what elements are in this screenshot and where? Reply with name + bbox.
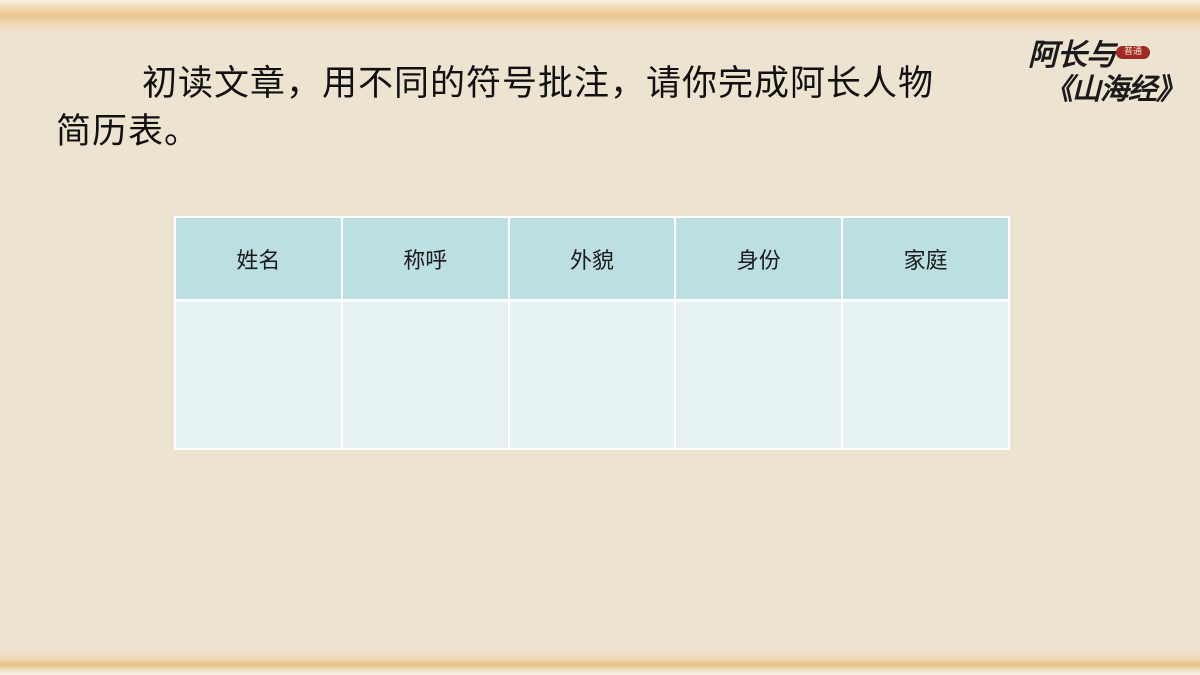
lesson-title-logo: 阿长与 普通 《山海经》 xyxy=(1024,30,1185,106)
cell-name[interactable] xyxy=(174,299,343,450)
header-appearance: 外貌 xyxy=(507,216,677,302)
header-title: 称呼 xyxy=(340,216,510,302)
header-family: 家庭 xyxy=(841,216,1010,302)
character-resume-table: 姓名 称呼 外貌 身份 家庭 xyxy=(174,216,1010,450)
top-decorative-band xyxy=(0,0,1200,32)
cell-identity[interactable] xyxy=(674,299,844,450)
cell-appearance[interactable] xyxy=(507,299,677,450)
table-row xyxy=(174,299,1010,450)
logo-title-line2: 《山海经》 xyxy=(1044,72,1185,106)
header-name: 姓名 xyxy=(174,216,343,302)
cell-family[interactable] xyxy=(841,299,1010,450)
header-identity: 身份 xyxy=(674,216,844,302)
cell-title[interactable] xyxy=(340,299,510,450)
instruction-text: 初读文章，用不同的符号批注，请你完成阿长人物简历表。 xyxy=(56,64,935,152)
bottom-decorative-band xyxy=(0,651,1200,675)
table-header-row: 姓名 称呼 外貌 身份 家庭 xyxy=(174,216,1010,302)
logo-seal-stamp: 普通 xyxy=(1116,46,1150,59)
